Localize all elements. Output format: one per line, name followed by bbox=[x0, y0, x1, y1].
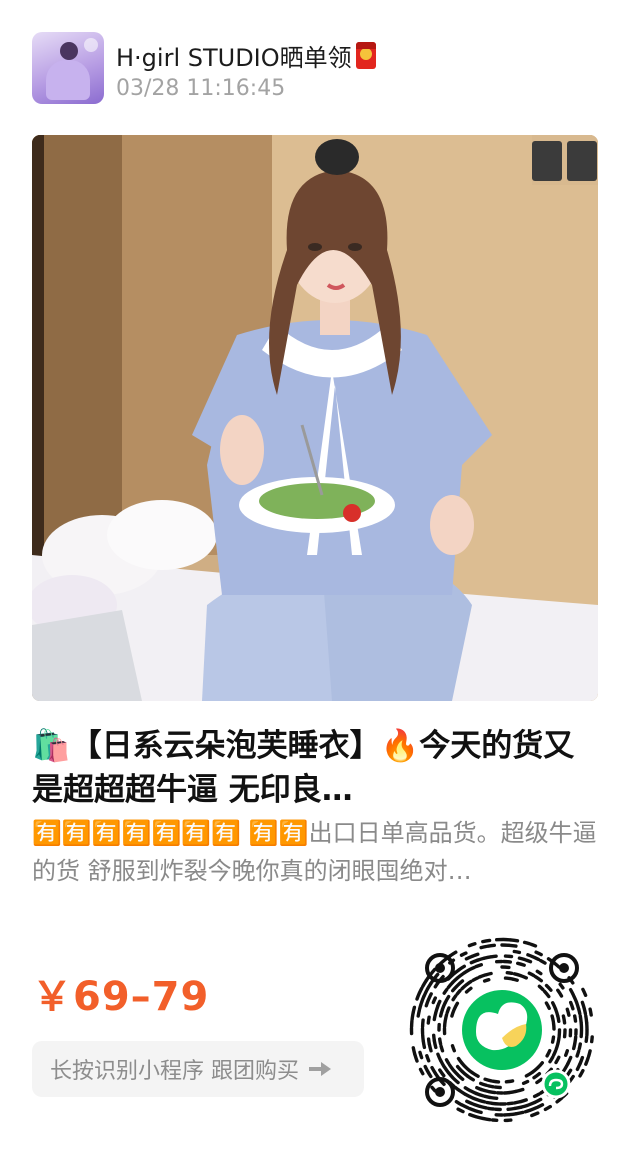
shop-name[interactable]: H·girl STUDIO晒单领 bbox=[116, 38, 376, 72]
wechat-mini-program-icon bbox=[541, 1069, 571, 1099]
arrow-right-icon bbox=[309, 1061, 331, 1077]
share-card: H·girl STUDIO晒单领 03/28 11:16:45 🛍️【日系云朵泡… bbox=[0, 0, 630, 1156]
product-description: 🈶🈶🈶🈶🈶🈶🈶 🈶🈶出口日单高品货。超级牛逼的货 舒服到炸裂今晚你真的闭眼囤绝对… bbox=[32, 819, 597, 885]
product-title[interactable]: 🛍️【日系云朵泡芙睡衣】🔥今天的货又是超超超牛逼 无印良… bbox=[32, 724, 600, 812]
long-press-hint-button[interactable]: 长按识别小程序 跟团购买 bbox=[32, 1041, 364, 1097]
product-photo-illustration bbox=[32, 135, 598, 701]
product-photo[interactable] bbox=[32, 135, 598, 701]
red-envelope-icon bbox=[355, 41, 376, 69]
mini-program-code-graphic bbox=[409, 937, 594, 1123]
price-range: ￥69–79 bbox=[32, 974, 210, 1020]
post-header: H·girl STUDIO晒单领 03/28 11:16:45 bbox=[32, 32, 602, 104]
shop-name-label: H·girl STUDIO晒单领 bbox=[116, 43, 352, 72]
mini-program-code[interactable] bbox=[406, 934, 598, 1126]
post-timestamp: 03/28 11:16:45 bbox=[116, 76, 286, 101]
avatar[interactable] bbox=[32, 32, 104, 104]
hint-label: 长按识别小程序 跟团购买 bbox=[50, 1059, 299, 1084]
